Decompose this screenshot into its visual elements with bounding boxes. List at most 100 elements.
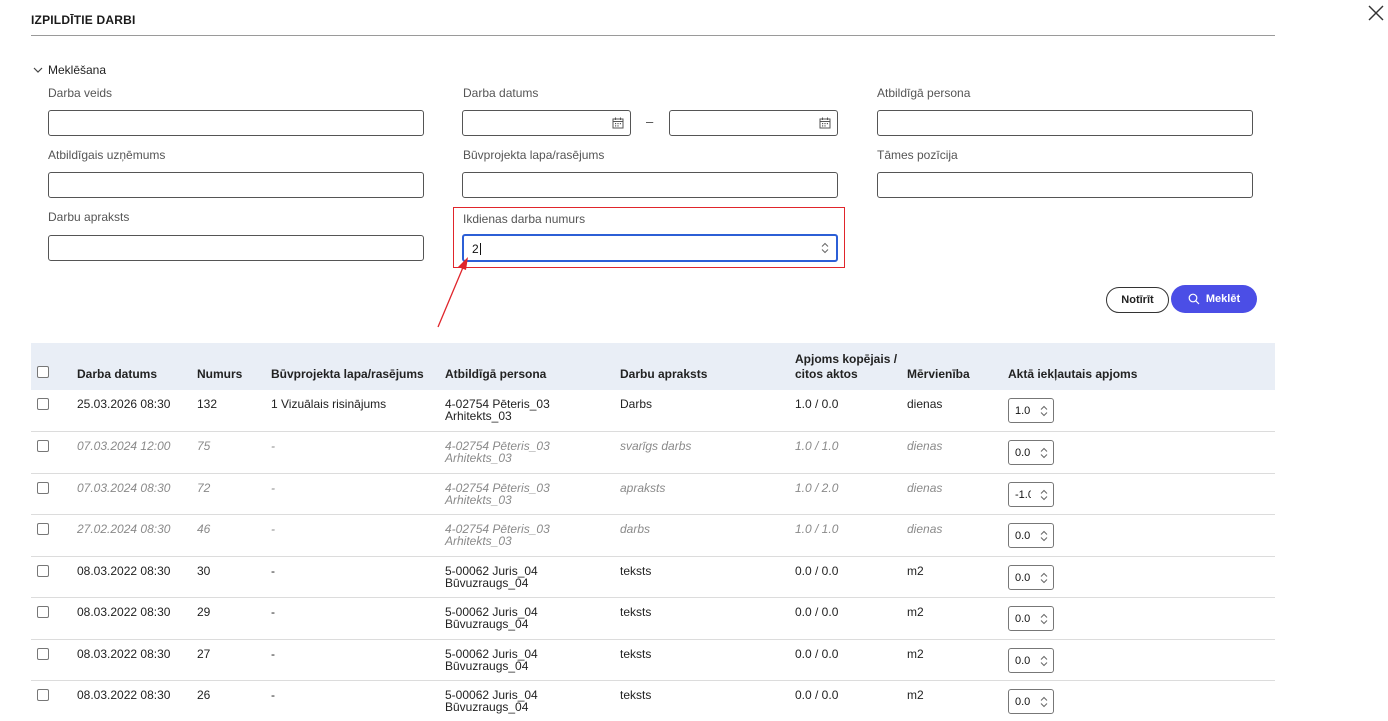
row-checkbox[interactable] <box>37 647 49 660</box>
cell-volume: 1.0 / 1.0 <box>795 522 839 536</box>
act-volume-input[interactable]: 0.0 <box>1008 606 1054 631</box>
work-description-label: Darbu apraksts <box>48 210 130 224</box>
act-volume-value: 0.0 <box>1015 654 1031 667</box>
spinner-icon[interactable] <box>1039 488 1049 502</box>
cell-person: 4-02754 Pēteris_03 Arhitekts_03 <box>441 473 616 515</box>
table-row[interactable]: 08.03.2022 08:30 26 - 5-00062 Juris_04 Būvuz… <box>31 681 1275 721</box>
spinner-icon[interactable] <box>820 241 830 255</box>
act-volume-input[interactable]: 0.0 <box>1008 689 1054 714</box>
select-all-checkbox[interactable] <box>37 366 49 378</box>
spinner-icon[interactable] <box>1039 529 1049 543</box>
estimate-position-input[interactable] <box>877 172 1253 198</box>
cell-unit: m2 <box>907 605 924 619</box>
cell-page: - <box>271 480 275 495</box>
cell-volume: 0.0 / 0.0 <box>795 605 839 619</box>
cell-number: 29 <box>197 605 211 619</box>
spinner-icon[interactable] <box>1039 446 1049 460</box>
cell-unit: dienas <box>907 439 943 453</box>
calendar-icon[interactable] <box>819 117 831 129</box>
person-id-name: 5-00062 Juris_04 <box>445 563 538 578</box>
row-checkbox[interactable] <box>37 481 49 494</box>
cell-description: teksts <box>620 646 652 661</box>
spinner-icon[interactable] <box>1039 404 1049 418</box>
cell-number: 75 <box>197 439 211 453</box>
person-role: Arhitekts_03 <box>445 451 512 465</box>
cell-number: 30 <box>197 563 211 578</box>
cell-unit: m2 <box>907 563 924 578</box>
spinner-icon[interactable] <box>1039 654 1049 668</box>
responsible-company-input[interactable] <box>48 172 424 198</box>
row-checkbox[interactable] <box>37 440 49 452</box>
table-row[interactable]: 07.03.2024 12:00 75 - 4-02754 Pēteris_03 Arh… <box>31 432 1275 474</box>
table-header-row: Darba datums Numurs Būvprojekta lapa/ras… <box>31 343 1275 390</box>
column-header-unit[interactable]: Mērvienība <box>903 343 1004 390</box>
close-button[interactable] <box>1364 2 1388 24</box>
row-checkbox[interactable] <box>37 398 49 410</box>
person-role: Būvuzraugs_04 <box>445 700 529 714</box>
act-volume-input[interactable]: 0.0 <box>1008 523 1054 548</box>
responsible-person-input[interactable] <box>877 110 1253 136</box>
column-header-description[interactable]: Darbu apraksts <box>616 343 791 390</box>
daily-number-input[interactable]: 2 <box>462 234 838 262</box>
spinner-icon[interactable] <box>1039 571 1049 585</box>
table-row[interactable]: 08.03.2022 08:30 30 - 5-00062 Juris_04 Būvuz… <box>31 556 1275 598</box>
column-header-person[interactable]: Atbildīgā persona <box>441 343 616 390</box>
person-role: Būvuzraugs_04 <box>445 617 529 631</box>
results-table: Darba datums Numurs Būvprojekta lapa/ras… <box>31 343 1275 721</box>
work-date-to-input[interactable] <box>669 110 838 136</box>
cell-date: 08.03.2022 08:30 <box>77 688 171 702</box>
act-volume-value: 0.0 <box>1015 571 1031 584</box>
search-section-toggle[interactable]: Meklēšana <box>33 63 106 77</box>
person-role: Arhitekts_03 <box>445 409 512 423</box>
cell-description: apraksts <box>620 480 666 495</box>
clear-button[interactable]: Notīrīt <box>1106 287 1169 313</box>
work-type-input[interactable] <box>48 110 424 136</box>
search-icon <box>1188 293 1200 305</box>
calendar-icon[interactable] <box>612 117 624 129</box>
spinner-icon[interactable] <box>1039 612 1049 626</box>
cell-unit: dienas <box>907 480 943 495</box>
cell-act-volume: 0.0 <box>1004 681 1275 721</box>
table-row[interactable]: 07.03.2024 08:30 72 - 4-02754 Pēteris_03 Arh… <box>31 473 1275 515</box>
column-header-date[interactable]: Darba datums <box>73 343 193 390</box>
table-row[interactable]: 25.03.2026 08:30 132 1 Vizuālais risinājum… <box>31 390 1275 432</box>
cell-number: 132 <box>197 397 218 411</box>
row-checkbox[interactable] <box>37 564 49 577</box>
cell-date: 07.03.2024 12:00 <box>77 439 171 453</box>
cell-number: 46 <box>197 522 211 536</box>
responsible-person-label: Atbildīgā persona <box>877 86 971 100</box>
column-header-page[interactable]: Būvprojekta lapa/rasējums <box>267 343 441 390</box>
project-page-input[interactable] <box>462 172 838 198</box>
act-volume-input[interactable]: -1.0 <box>1008 481 1054 507</box>
cell-description: teksts <box>620 605 652 619</box>
close-icon <box>1368 5 1384 21</box>
table-row[interactable]: 27.02.2024 08:30 46 - 4-02754 Pēteris_03 Arh… <box>31 515 1275 556</box>
person-role: Būvuzraugs_04 <box>445 575 529 590</box>
table-row[interactable]: 08.03.2022 08:30 27 - 5-00062 Juris_04 Būvuz… <box>31 639 1275 681</box>
spinner-icon[interactable] <box>1039 695 1049 709</box>
cell-description: svarīgs darbs <box>620 439 692 453</box>
row-checkbox[interactable] <box>37 523 49 535</box>
work-description-input[interactable] <box>48 235 424 261</box>
column-header-act-volume[interactable]: Aktā iekļautais apjoms <box>1004 343 1275 390</box>
cell-description: teksts <box>620 563 652 578</box>
table-row[interactable]: 08.03.2022 08:30 29 - 5-00062 Juris_04 Būvuz… <box>31 598 1275 639</box>
search-button[interactable]: Meklēt <box>1171 285 1257 313</box>
act-volume-input[interactable]: 0.0 <box>1008 564 1054 590</box>
cell-number: 27 <box>197 646 211 661</box>
search-section-label: Meklēšana <box>48 63 107 77</box>
row-checkbox[interactable] <box>37 689 49 701</box>
column-header-number[interactable]: Numurs <box>193 343 267 390</box>
row-checkbox[interactable] <box>37 606 49 618</box>
cell-page: - <box>271 439 275 453</box>
act-volume-input[interactable]: 1.0 <box>1008 398 1054 423</box>
work-date-from-input[interactable] <box>462 110 631 136</box>
cell-number: 26 <box>197 688 211 702</box>
cell-person: 4-02754 Pēteris_03 Arhitekts_03 <box>441 432 616 474</box>
act-volume-input[interactable]: 0.0 <box>1008 647 1054 673</box>
column-header-volume[interactable]: Apjoms kopējais / citos aktos <box>791 343 903 390</box>
project-page-label: Būvprojekta lapa/rasējums <box>463 148 605 162</box>
daily-number-label: Ikdienas darba numurs <box>463 212 586 226</box>
cell-page: - <box>271 605 275 619</box>
act-volume-input[interactable]: 0.0 <box>1008 440 1054 465</box>
